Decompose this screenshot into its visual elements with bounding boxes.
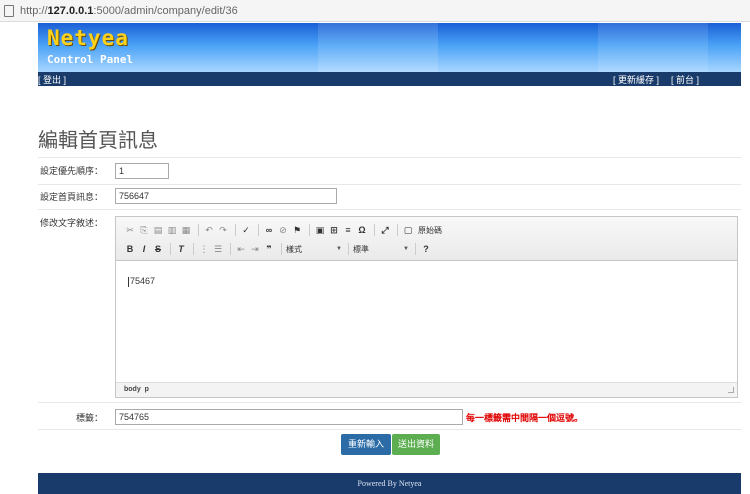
priority-input[interactable]: 1 [115,163,169,179]
chevron-down-icon: ▼ [403,245,409,252]
browser-address-bar[interactable]: http://127.0.0.1:5000/admin/company/edit… [0,0,750,22]
divider [38,184,741,185]
divider [38,429,741,430]
brand-subtitle: Control Panel [47,53,134,66]
frontend-link[interactable]: [ 前台 ] [671,73,699,86]
url-text[interactable]: http://127.0.0.1:5000/admin/company/edit… [20,5,238,17]
help-icon[interactable]: ? [420,244,432,254]
bulleted-list-icon[interactable]: ☰ [212,244,224,255]
paste-icon[interactable]: ▤ [152,225,164,236]
paste-word-icon[interactable]: ▦ [180,225,192,236]
editor-toolbar: ✂ ⎘ ▤ ▥ ▦ ↶ ↷ ✓ ∞ ⊘ ⚑ ▣ ⊞ ≡ Ω ⤢ ▢ 原始碼 B [116,217,737,261]
path-body[interactable]: body [124,386,141,393]
toolbar-row-1: ✂ ⎘ ▤ ▥ ▦ ↶ ↷ ✓ ∞ ⊘ ⚑ ▣ ⊞ ≡ Ω ⤢ ▢ 原始碼 [124,223,444,237]
anchor-flag-icon[interactable]: ⚑ [291,225,303,236]
page-title: 編輯首頁訊息 [38,130,158,152]
path-p[interactable]: p [145,386,149,393]
site-footer: Powered By Netyea [38,473,741,494]
maximize-icon[interactable]: ⤢ [379,225,391,236]
refresh-cache-link[interactable]: [ 更新緩存 ] [613,73,659,86]
editor-content-area[interactable]: 75467 [116,262,737,382]
source-button[interactable]: 原始碼 [416,225,444,236]
message-label: 設定首頁訊息： [39,192,103,202]
paste-text-icon[interactable]: ▥ [166,225,178,236]
numbered-list-icon[interactable]: ⋮ [198,244,210,255]
spellcheck-icon[interactable]: ✓ [240,225,252,236]
strikethrough-icon[interactable]: S [152,244,164,254]
priority-label: 設定優先順序： [39,166,103,176]
tags-label: 標籤： [75,413,103,423]
image-icon[interactable]: ▣ [314,225,326,236]
redo-icon[interactable]: ↷ [217,225,229,236]
brand-logo: Netyea [47,26,129,50]
text-caret [128,276,129,287]
undo-icon[interactable]: ↶ [203,225,215,236]
editor-path-bar: body p [116,382,737,397]
site-header: Netyea Control Panel [38,23,741,72]
link-icon[interactable]: ∞ [263,225,275,235]
reset-button[interactable]: 重新輸入 [341,434,391,455]
styles-dropdown[interactable]: 樣式 ▼ [286,244,342,255]
logout-link[interactable]: [ 登出 ] [38,73,66,86]
admin-navbar: [ 登出 ] [ 更新緩存 ] [ 前台 ] [38,72,741,86]
copy-icon[interactable]: ⎘ [138,225,150,236]
chevron-down-icon: ▼ [336,245,342,252]
source-icon: ▢ [403,224,413,235]
submit-button[interactable]: 送出資料 [392,434,440,455]
page-icon [4,4,14,17]
outdent-icon[interactable]: ⇤ [235,244,247,255]
unlink-icon[interactable]: ⊘ [277,225,289,236]
table-icon[interactable]: ⊞ [328,225,340,236]
horizontal-line-icon[interactable]: ≡ [342,225,354,235]
cut-icon[interactable]: ✂ [124,225,136,236]
indent-icon[interactable]: ⇥ [249,244,261,255]
message-input[interactable]: 756647 [115,188,337,204]
special-char-icon[interactable]: Ω [356,225,368,235]
rich-text-editor: ✂ ⎘ ▤ ▥ ▦ ↶ ↷ ✓ ∞ ⊘ ⚑ ▣ ⊞ ≡ Ω ⤢ ▢ 原始碼 B [115,216,738,398]
italic-icon[interactable]: I [138,244,150,254]
remove-format-icon[interactable]: T [175,244,187,254]
tags-hint: 每一標籤需中間隔一個逗號。 [466,413,584,423]
divider [38,157,741,158]
divider [38,209,741,210]
divider [38,402,741,403]
resize-grip-icon[interactable] [728,387,734,393]
editor-text: 75467 [130,276,156,286]
toolbar-row-2: B I S T ⋮ ☰ ⇤ ⇥ ❞ 樣式 ▼ 標準 ▼ ? [124,242,434,256]
bold-icon[interactable]: B [124,244,136,254]
format-dropdown[interactable]: 標準 ▼ [353,244,409,255]
blockquote-icon[interactable]: ❞ [263,244,275,255]
content-label: 修改文字敘述： [39,218,103,228]
tags-input[interactable]: 754765 [115,409,463,425]
